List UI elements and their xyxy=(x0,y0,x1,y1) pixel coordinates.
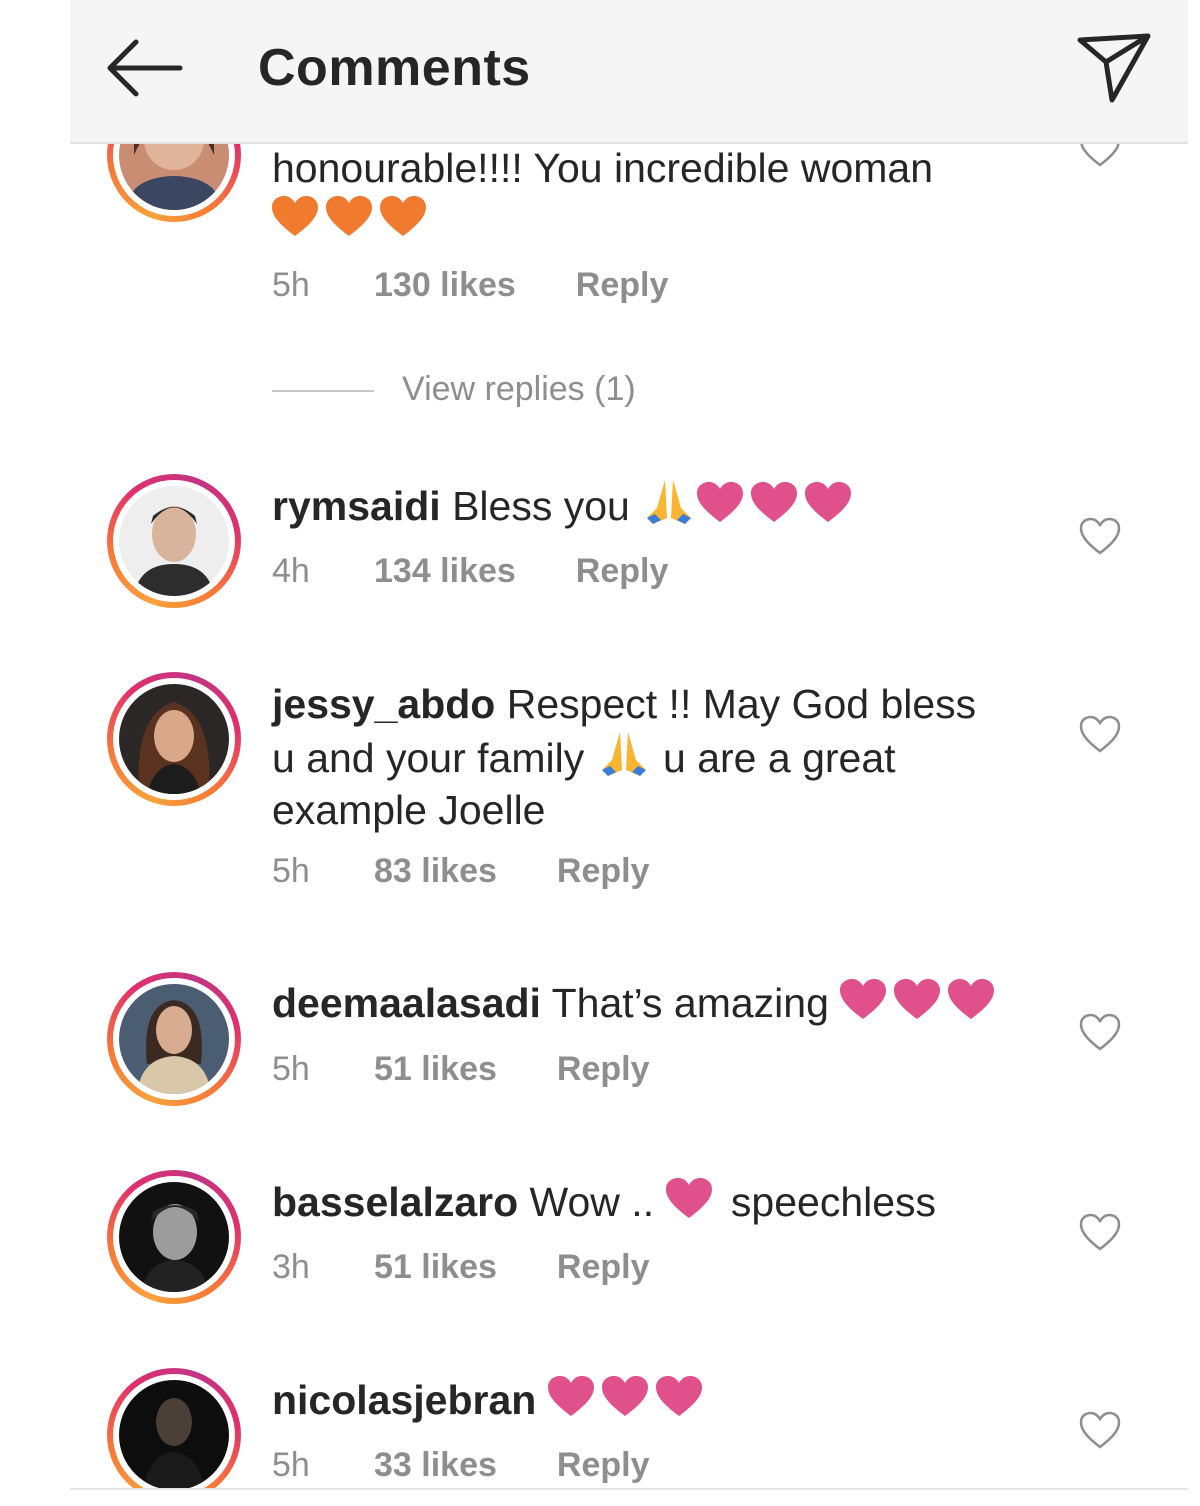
heart-outline-icon[interactable] xyxy=(1078,1212,1122,1252)
divider-line xyxy=(272,390,374,393)
comment-text: deemaalasadi That’s amazing xyxy=(272,977,1092,1029)
comment-meta: 4h 134 likes Reply xyxy=(272,552,668,591)
username[interactable]: basselalzaro xyxy=(272,1179,518,1225)
avatar[interactable] xyxy=(107,1368,241,1488)
comment-meta: 5h 130 likes Reply xyxy=(272,266,668,305)
timestamp: 5h xyxy=(272,266,310,304)
folded-hands-icon xyxy=(647,480,692,524)
pink-heart-icon xyxy=(697,482,744,522)
reply-button[interactable]: Reply xyxy=(576,266,669,305)
pink-heart-icon xyxy=(665,1178,712,1218)
comment-meta: 3h 51 likes Reply xyxy=(272,1248,649,1287)
reply-button[interactable]: Reply xyxy=(557,1248,650,1287)
timestamp: 5h xyxy=(272,852,310,890)
pink-heart-icon xyxy=(655,1376,702,1416)
timestamp: 3h xyxy=(272,1248,310,1286)
reply-button[interactable]: Reply xyxy=(557,1446,650,1485)
username[interactable]: deemaalasadi xyxy=(272,980,541,1026)
reply-button[interactable]: Reply xyxy=(576,552,669,591)
comment-text: basselalzaro Wow .. speechless xyxy=(272,1178,937,1225)
likes-count[interactable]: 33 likes xyxy=(374,1446,497,1485)
timestamp: 5h xyxy=(272,1050,310,1088)
avatar[interactable] xyxy=(107,1170,241,1304)
pink-heart-icon xyxy=(547,1376,594,1416)
avatar-photo xyxy=(119,1182,229,1292)
pink-heart-icon xyxy=(894,979,941,1019)
comment-text: jessy_abdo Respect !! May God bless u an… xyxy=(272,681,977,833)
likes-count[interactable]: 51 likes xyxy=(374,1050,497,1089)
likes-count[interactable]: 130 likes xyxy=(374,266,516,305)
orange-heart-icon xyxy=(326,196,372,236)
username[interactable]: rymsaidi xyxy=(272,483,441,529)
page-title: Comments xyxy=(258,39,531,97)
pink-heart-icon xyxy=(601,1376,648,1416)
timestamp: 4h xyxy=(272,552,310,590)
arrow-left-icon[interactable] xyxy=(104,36,184,100)
reply-button[interactable]: Reply xyxy=(557,852,650,891)
pink-heart-icon xyxy=(840,979,887,1019)
username[interactable]: jessy_abdo xyxy=(272,681,495,727)
comment-text: rymsaidi Bless you xyxy=(272,478,1012,532)
top-bar: Comments xyxy=(70,0,1188,144)
username[interactable]: nicolasjebran xyxy=(272,1377,536,1423)
comment-meta: 5h 33 likes Reply xyxy=(272,1446,649,1485)
pink-heart-icon xyxy=(948,979,995,1019)
heart-outline-icon[interactable] xyxy=(1078,714,1122,754)
comment-text: honourable!!!! You incredible woman xyxy=(272,142,1012,246)
likes-count[interactable]: 83 likes xyxy=(374,852,497,891)
likes-count[interactable]: 134 likes xyxy=(374,552,516,591)
timestamp: 5h xyxy=(272,1446,310,1484)
comment-text: nicolasjebran xyxy=(272,1374,1012,1426)
heart-outline-icon[interactable] xyxy=(1078,516,1122,556)
comments-panel: Comments honourable!!!! You incredible w… xyxy=(70,0,1188,1490)
folded-hands-icon xyxy=(601,732,646,776)
view-replies-button[interactable]: View replies (1) xyxy=(272,370,636,409)
pink-heart-icon xyxy=(751,482,798,522)
orange-heart-icon xyxy=(272,196,318,236)
likes-count[interactable]: 51 likes xyxy=(374,1248,497,1287)
heart-outline-icon[interactable] xyxy=(1078,1012,1122,1052)
avatar-photo xyxy=(119,684,229,794)
avatar[interactable] xyxy=(107,474,241,608)
comment-meta: 5h 51 likes Reply xyxy=(272,1050,649,1089)
avatar[interactable] xyxy=(107,672,241,806)
pink-heart-icon xyxy=(805,482,852,522)
orange-heart-icon xyxy=(380,196,426,236)
send-icon[interactable] xyxy=(1074,28,1154,108)
heart-outline-icon[interactable] xyxy=(1078,1410,1122,1450)
avatar[interactable] xyxy=(107,972,241,1106)
avatar-photo xyxy=(119,984,229,1094)
orange-heart-emoji-group xyxy=(272,196,434,243)
reply-button[interactable]: Reply xyxy=(557,1050,650,1089)
avatar-photo xyxy=(119,1380,229,1488)
comment-meta: 5h 83 likes Reply xyxy=(272,852,649,891)
avatar-photo xyxy=(119,486,229,596)
